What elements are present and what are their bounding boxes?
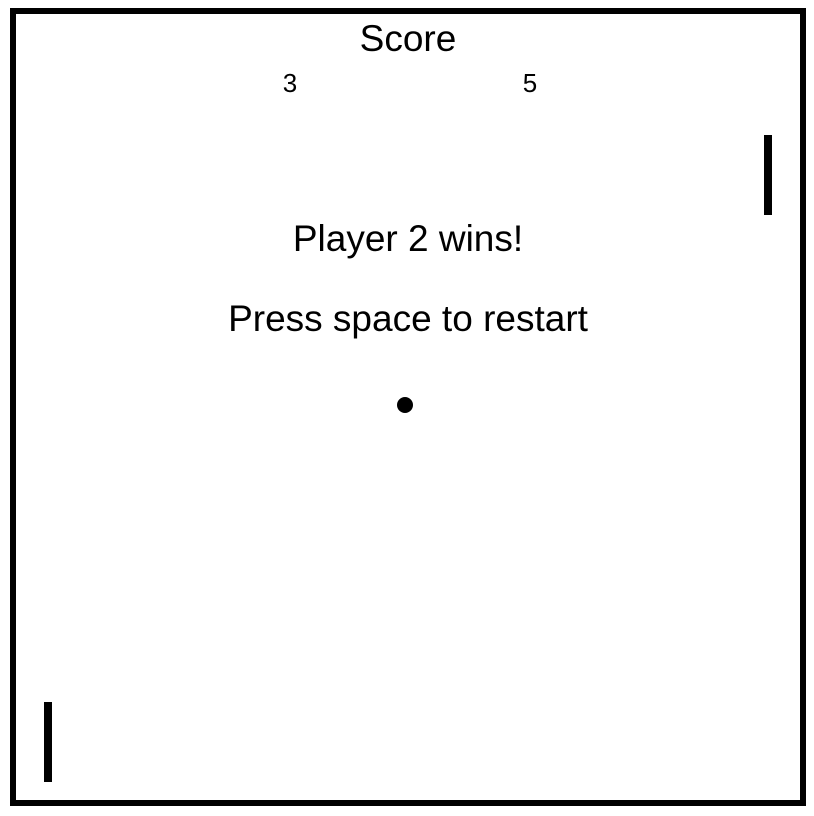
score-title: Score [359, 18, 457, 59]
restart-prompt: Press space to restart [228, 298, 588, 339]
winner-message: Player 2 wins! [292, 218, 524, 259]
game-board[interactable]: Score 3 5 Player 2 wins! Press space to … [10, 8, 806, 806]
player2-paddle [764, 135, 772, 215]
player1-paddle [44, 702, 52, 782]
player2-score: 5 [522, 68, 538, 98]
ball [397, 397, 413, 413]
player1-score: 3 [282, 68, 298, 98]
